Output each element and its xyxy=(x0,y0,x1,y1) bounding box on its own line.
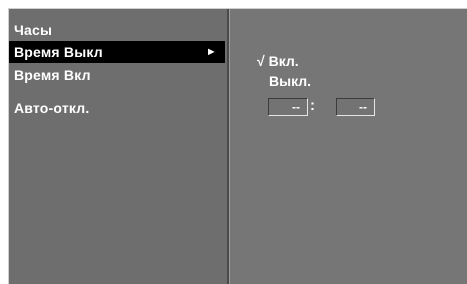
arrow-right-icon: ► xyxy=(205,46,217,58)
menu-item-auto-off[interactable]: Авто-откл. xyxy=(9,97,225,119)
option-off[interactable]: Выкл. xyxy=(269,72,311,90)
menu-title: Часы xyxy=(14,22,53,38)
time-separator: : xyxy=(310,97,315,114)
submenu-panel: √ Вкл. Выкл. -- : -- xyxy=(229,9,467,284)
menu-item-label: Время Выкл xyxy=(14,44,103,60)
minutes-field[interactable]: -- xyxy=(336,98,375,116)
tv-osd-menu: Часы Время Выкл ► Время Вкл Авто-откл. √… xyxy=(8,8,467,284)
option-label: Выкл. xyxy=(269,73,312,89)
option-label: Вкл. xyxy=(268,53,299,69)
menu-item-off-time[interactable]: Время Выкл ► xyxy=(9,41,225,63)
menu-item-on-time[interactable]: Время Вкл xyxy=(9,64,225,86)
menu-panel: Часы Время Выкл ► Время Вкл Авто-откл. xyxy=(9,9,229,284)
menu-item-label: Время Вкл xyxy=(14,67,91,83)
option-on[interactable]: √ Вкл. xyxy=(257,52,299,70)
menu-item-label: Авто-откл. xyxy=(14,100,90,116)
hours-field[interactable]: -- xyxy=(268,98,308,116)
checkmark-icon: √ xyxy=(257,53,265,69)
